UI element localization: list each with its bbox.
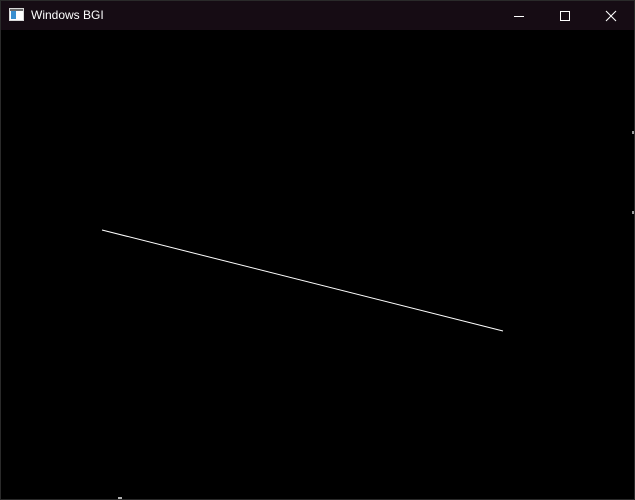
maximize-button[interactable] (542, 1, 588, 30)
bottom-edge-mark (118, 497, 122, 499)
title-bar[interactable]: Windows BGI (1, 1, 634, 30)
window-app-icon[interactable] (9, 8, 24, 21)
right-edge-tick (632, 131, 634, 134)
minimize-button[interactable] (496, 1, 542, 30)
window-title: Windows BGI (31, 8, 104, 22)
drawn-line (101, 229, 504, 332)
right-edge-tick (632, 211, 634, 214)
drawing-canvas[interactable] (1, 30, 634, 499)
maximize-icon (560, 10, 570, 21)
minimize-icon (514, 15, 524, 17)
bgi-window: Windows BGI (0, 0, 635, 500)
close-button[interactable] (588, 1, 634, 30)
close-icon (605, 10, 617, 21)
canvas-surface (101, 229, 504, 332)
